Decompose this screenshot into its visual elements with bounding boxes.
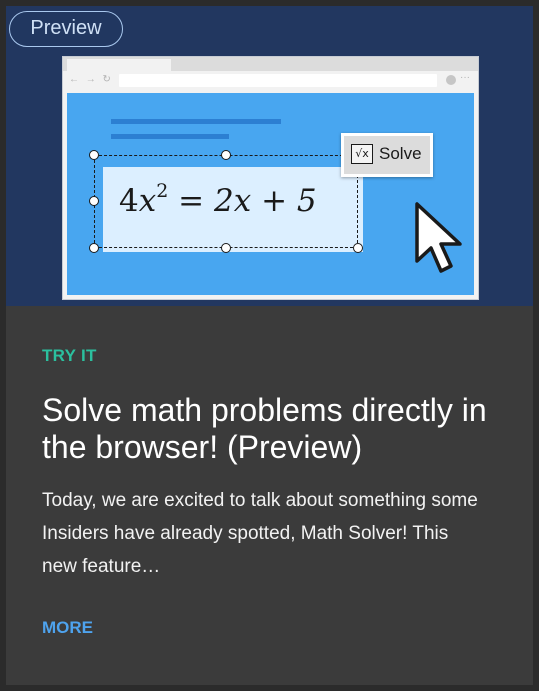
selection-handle — [89, 150, 99, 160]
browser-tab — [67, 59, 171, 71]
text-placeholder-line — [111, 119, 281, 124]
selection-handle — [221, 243, 231, 253]
preview-badge: Preview — [9, 11, 123, 47]
hero-illustration: Preview ← → ↻ ··· 4x2 = 2x + 5 √x Solve — [6, 6, 533, 306]
card-content: TRY IT Solve math problems directly in t… — [6, 306, 533, 685]
profile-icon — [446, 75, 456, 85]
selection-handle — [221, 150, 231, 160]
selection-handle — [353, 243, 363, 253]
selection-marquee — [94, 155, 358, 248]
solve-button: √x Solve — [341, 133, 433, 177]
category-label: TRY IT — [42, 346, 97, 365]
more-link[interactable]: MORE — [42, 618, 93, 638]
text-placeholder-line — [111, 134, 229, 139]
webpage-content: 4x2 = 2x + 5 √x Solve — [67, 93, 474, 295]
browser-tab-bar — [63, 57, 478, 71]
browser-toolbar: ← → ↻ ··· — [63, 71, 478, 91]
browser-address-bar — [119, 74, 437, 87]
browser-nav-icons: ← → ↻ — [69, 74, 113, 85]
article-title[interactable]: Solve math problems directly in the brow… — [42, 392, 512, 466]
more-icon: ··· — [460, 72, 470, 83]
math-solver-icon: √x — [351, 144, 373, 164]
article-summary: Today, we are excited to talk about some… — [42, 490, 478, 577]
mouse-pointer-icon — [415, 202, 462, 273]
solve-button-label: Solve — [379, 144, 422, 163]
selection-handle — [89, 243, 99, 253]
selection-handle — [89, 196, 99, 206]
news-card[interactable]: Preview ← → ↻ ··· 4x2 = 2x + 5 √x Solve … — [6, 6, 533, 685]
browser-mockup: ← → ↻ ··· 4x2 = 2x + 5 √x Solve — [63, 57, 478, 299]
